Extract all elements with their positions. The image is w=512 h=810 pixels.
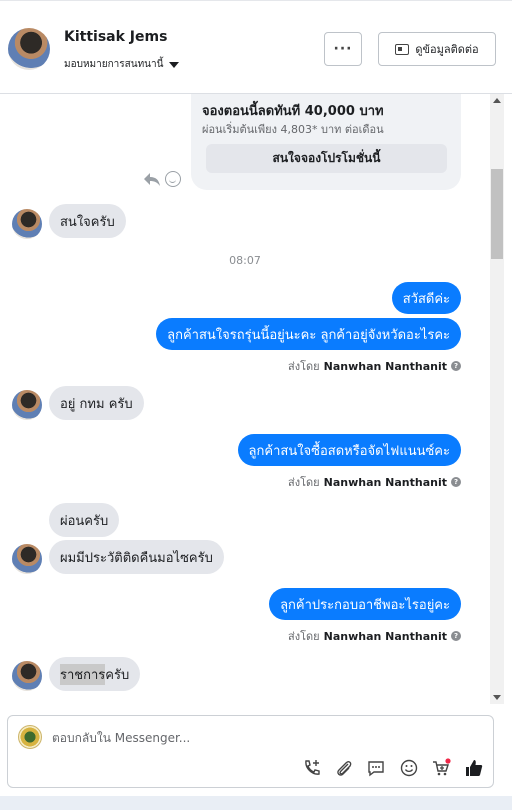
contact-avatar[interactable] [8,28,50,70]
promo-subtitle: ผ่อนเริ่มต้นเพียง 4,803* บาท ต่อเดือน [202,123,384,136]
saved-replies-icon[interactable] [366,758,386,778]
sent-by-label: ส่งโดย Nanwhan Nanthanit ? [288,627,461,645]
more-options-button[interactable]: ··· [324,32,362,66]
outgoing-message[interactable]: สวัสดีค่ะ [391,282,461,314]
notification-dot [445,758,451,764]
shop-cart-icon[interactable] [431,758,451,778]
reply-input[interactable] [52,729,472,747]
view-contact-info-label: ดูข้อมูลติดต่อ [415,43,479,56]
promo-cta-button[interactable]: สนใจจองโปรโมชั่นนี้ [206,144,447,173]
outgoing-message[interactable]: ลูกค้าสนใจรถรุ่นนี้อยู่นะคะ ลูกค้าอยู่จั… [156,318,461,350]
sent-by-prefix: ส่งโดย [288,630,320,643]
assign-label: มอบหมายการสนทนานี้ [64,59,164,70]
contact-name[interactable]: Kittisak Jems [64,29,167,45]
outgoing-message[interactable]: ลูกค้าสนใจซื้อสดหรือจัดไฟแนนซ์คะ [237,434,461,466]
incoming-message[interactable]: ราชการ ครับ [49,657,141,691]
sent-by-prefix: ส่งโดย [288,476,320,489]
reply-composer [7,715,494,788]
help-icon[interactable]: ? [451,361,461,371]
scroll-down-arrow-icon[interactable] [493,695,501,700]
help-icon[interactable]: ? [451,631,461,641]
incoming-message[interactable]: อยู่ กทม ครับ [49,386,144,420]
emoji-icon[interactable] [399,758,419,778]
page-logo [18,725,42,749]
message-text: ครับ [105,667,130,683]
thread-scrollbar[interactable] [490,94,504,704]
react-emoji-icon[interactable] [165,171,181,187]
scroll-up-arrow-icon[interactable] [493,98,501,103]
sent-by-label: ส่งโดย Nanwhan Nanthanit ? [288,357,461,375]
sent-by-agent: Nanwhan Nanthanit [323,629,447,643]
conversation-header: Kittisak Jems มอบหมายการสนทนานี้ ··· ดูข… [0,0,512,94]
help-icon[interactable]: ? [451,477,461,487]
sender-avatar [12,209,42,239]
call-add-icon[interactable] [302,758,322,778]
contact-card-icon [395,43,410,55]
assign-conversation-dropdown[interactable]: มอบหมายการสนทนานี้ [64,57,180,72]
caret-down-icon [169,61,180,68]
inbox-conversation-panel: Kittisak Jems มอบหมายการสนทนานี้ ··· ดูข… [0,0,512,810]
incoming-message[interactable]: ผ่อนครับ [49,503,120,537]
like-icon[interactable] [464,758,484,778]
view-contact-info-button[interactable]: ดูข้อมูลติดต่อ [378,32,496,66]
incoming-message[interactable]: สนใจครับ [49,204,126,238]
attachment-icon[interactable] [334,758,354,778]
message-thread: จองตอนนี้ลดทันที 40,000 บาท ผ่อนเริ่มต้น… [0,94,490,704]
promo-card: จองตอนนี้ลดทันที 40,000 บาท ผ่อนเริ่มต้น… [191,94,461,190]
sent-by-agent: Nanwhan Nanthanit [323,475,447,489]
highlighted-text: ราชการ [60,663,106,685]
sender-avatar [12,661,42,691]
sender-avatar [12,544,42,574]
time-separator: 08:07 [229,254,261,267]
sender-avatar [12,390,42,420]
outgoing-message[interactable]: ลูกค้าประกอบอาชีพอะไรอยู่คะ [269,588,461,620]
sent-by-label: ส่งโดย Nanwhan Nanthanit ? [288,473,461,491]
scrollbar-thumb[interactable] [491,169,503,259]
sent-by-prefix: ส่งโดย [288,360,320,373]
incoming-message[interactable]: ผมมีประวัติติดคืนมอไซครับ [49,540,224,574]
sent-by-agent: Nanwhan Nanthanit [323,359,447,373]
bottom-strip [0,796,512,810]
reply-icon[interactable] [143,171,161,187]
promo-title: จองตอนนี้ลดทันที 40,000 บาท [202,104,384,119]
